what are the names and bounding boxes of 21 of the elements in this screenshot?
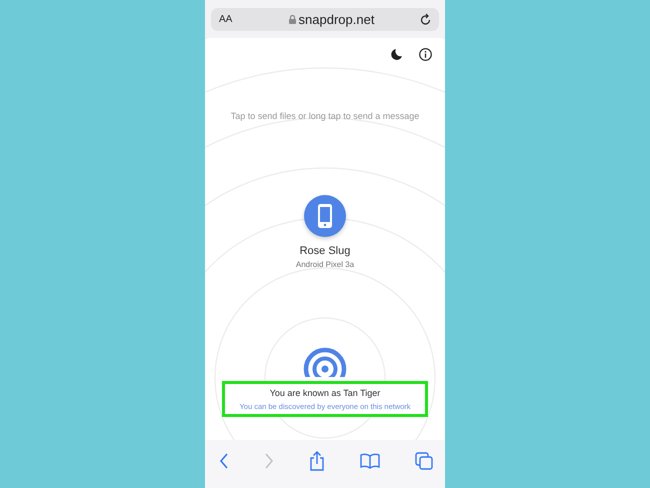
peer-name: Rose Slug <box>300 245 350 257</box>
bookmarks-button[interactable] <box>358 451 382 471</box>
peer-device: Android Pixel 3a <box>296 260 354 269</box>
text-size-button[interactable]: AA <box>219 14 243 24</box>
lock-icon <box>288 14 296 24</box>
phone-icon <box>318 204 332 228</box>
forward-icon <box>264 453 274 469</box>
reload-icon[interactable] <box>420 13 431 25</box>
moon-icon[interactable] <box>390 48 403 61</box>
info-icon[interactable] <box>419 48 432 61</box>
peer-avatar[interactable] <box>304 195 346 237</box>
tabs-icon <box>415 452 433 470</box>
tabs-button[interactable] <box>413 450 435 472</box>
book-icon <box>360 453 380 469</box>
share-icon <box>309 451 325 471</box>
url-text: snapdrop.net <box>298 12 374 26</box>
hint-text: Tap to send files or long tap to send a message <box>230 111 420 121</box>
identity-title: You are known as Tan Tiger <box>270 388 380 398</box>
broadcast-logo-icon <box>303 347 347 377</box>
address-bar[interactable]: AA snapdrop.net <box>211 8 439 30</box>
back-icon <box>219 453 229 469</box>
